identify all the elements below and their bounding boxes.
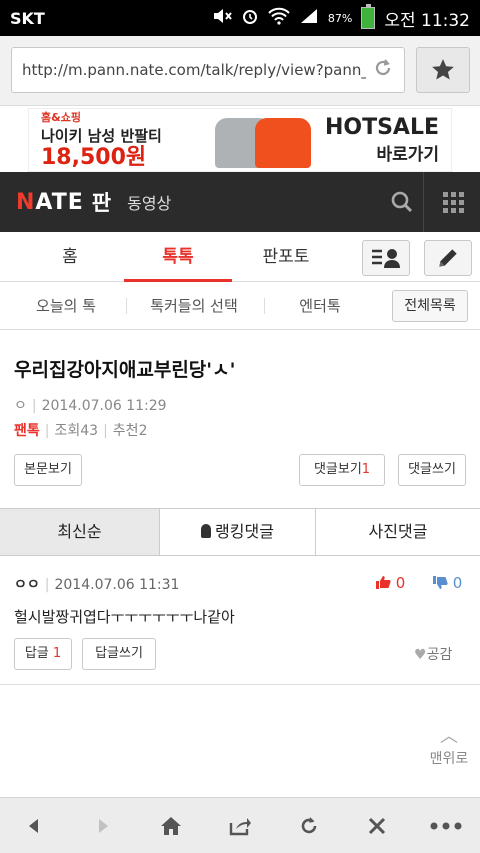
subtab-enter[interactable]: 엔터톡 <box>272 282 368 330</box>
post-author[interactable]: ㅇ <box>14 398 27 414</box>
post-recommend: 2 <box>138 423 148 439</box>
tab-home[interactable]: 홈 <box>20 232 120 282</box>
ad-cta: 바로가기 <box>376 145 439 165</box>
nate-logo[interactable]: NATE <box>16 190 84 215</box>
forward-arrow-icon <box>98 818 108 833</box>
ad-product: 나이키 남성 반팔티 <box>41 127 162 146</box>
post-title: 우리집강아지애교부린당'ㅅ' <box>14 359 236 381</box>
ad-banner[interactable]: 홈&쇼핑 나이키 남성 반팔티 18,500원 HOTSALE 바로가기 <box>28 108 452 172</box>
comment-meta: ㅇㅇ | 2014.07.06 11:31 <box>14 577 180 593</box>
menu-button[interactable] <box>430 172 476 232</box>
ad-headline: HOTSALE <box>324 115 439 140</box>
subtab-picks[interactable]: 톡커들의 선택 <box>134 282 254 330</box>
browser-nav-bar <box>0 797 480 853</box>
tab-latest[interactable]: 최신순 <box>0 509 160 555</box>
video-link[interactable]: 동영상 <box>127 190 171 214</box>
reload-icon[interactable] <box>372 57 394 84</box>
like-button[interactable]: 0 <box>375 574 405 592</box>
share-icon <box>229 817 251 835</box>
heart-icon: ♥ <box>414 647 427 663</box>
home-icon <box>161 816 182 835</box>
tab-toktok[interactable]: 톡톡 <box>124 232 232 282</box>
tab-ranking[interactable]: 랭킹댓글 <box>160 509 316 555</box>
alarm-icon <box>241 7 259 29</box>
dislike-button[interactable]: 0 <box>432 574 462 592</box>
all-list-button[interactable]: 전체목록 <box>392 290 468 322</box>
tab-photo[interactable]: 사진댓글 <box>316 509 480 555</box>
refresh-icon <box>301 816 316 833</box>
status-bar: SKT 87% 오전 11:32 <box>0 0 480 36</box>
write-button[interactable] <box>424 240 472 276</box>
my-page-button[interactable] <box>362 240 410 276</box>
comment-count: 1 <box>361 462 371 477</box>
write-reply-button[interactable]: 답글쓰기 <box>82 638 156 670</box>
back-to-top-button[interactable]: ︿ 맨위로 <box>424 722 474 768</box>
back-arrow-icon <box>29 818 39 833</box>
battery-icon <box>361 4 376 29</box>
post-category[interactable]: 팬톡 <box>14 423 40 439</box>
thumbs-down-icon <box>433 576 448 589</box>
sympathy-button[interactable]: ♥공감 <box>414 644 452 664</box>
reply-count: 1 <box>52 646 62 661</box>
carrier-label: SKT <box>10 8 45 28</box>
write-comment-button[interactable]: 댓글쓰기 <box>398 454 466 486</box>
sub-tabs: 오늘의 톡 톡커들의 선택 엔터톡 전체목록 <box>0 282 480 330</box>
mute-icon <box>212 7 232 29</box>
search-icon <box>391 191 412 213</box>
more-button[interactable] <box>421 801 471 851</box>
browser-toolbar: http://m.pann.nate.com/talk/reply/view?p… <box>0 36 480 106</box>
comment-tabs: 최신순 랭킹댓글 사진댓글 <box>0 508 480 556</box>
ad-price: 18,500원 <box>41 145 147 171</box>
star-icon <box>432 59 454 80</box>
view-body-button[interactable]: 본문보기 <box>14 454 82 486</box>
user-list-icon <box>372 249 400 268</box>
back-button[interactable] <box>9 801 59 851</box>
divider <box>0 684 480 685</box>
ad-store: 홈&쇼핑 <box>41 111 81 125</box>
like-count: 0 <box>395 574 406 592</box>
site-header: NATE 판 동영상 <box>0 172 480 232</box>
url-text[interactable]: http://m.pann.nate.com/talk/reply/view?p… <box>22 61 366 79</box>
thumbs-up-icon <box>376 576 391 589</box>
comment-text: 헐시발짱귀엽다ㅜㅜㅜㅜㅜㅜ나같아 <box>14 608 235 626</box>
battery-percent: 87% <box>327 11 353 25</box>
signal-icon <box>299 7 319 29</box>
grid-menu-icon <box>442 191 464 213</box>
dislike-count: 0 <box>452 574 463 592</box>
post-stats: 팬톡 | 조회43 | 추천2 <box>14 423 148 439</box>
ad-tshirt-image <box>209 110 319 170</box>
url-field[interactable]: http://m.pann.nate.com/talk/reply/view?p… <box>11 47 405 93</box>
main-tabs: 홈 톡톡 판포토 <box>0 232 480 282</box>
clock: 오전 11:32 <box>384 10 470 31</box>
post-views: 43 <box>80 423 99 439</box>
pencil-icon <box>439 249 457 267</box>
bookmark-button[interactable] <box>416 47 470 93</box>
wifi-icon <box>268 7 290 29</box>
forward-button[interactable] <box>78 801 128 851</box>
ribbon-icon <box>201 524 212 538</box>
subtab-today[interactable]: 오늘의 톡 <box>16 282 116 330</box>
close-button[interactable] <box>352 801 402 851</box>
search-button[interactable] <box>380 172 424 232</box>
comment-datetime: 2014.07.06 11:31 <box>54 577 180 593</box>
reply-button[interactable]: 답글 1 <box>14 638 72 670</box>
view-comments-button[interactable]: 댓글보기1 <box>299 454 385 486</box>
close-icon <box>369 817 386 834</box>
pann-section-label[interactable]: 판 <box>92 187 111 217</box>
refresh-button[interactable] <box>284 801 334 851</box>
post-meta: ㅇ | 2014.07.06 11:29 <box>14 398 167 414</box>
tab-panphoto[interactable]: 판포토 <box>236 232 336 282</box>
comment-author[interactable]: ㅇㅇ <box>14 577 40 593</box>
post-datetime: 2014.07.06 11:29 <box>41 398 167 414</box>
chevron-up-icon: ︿ <box>440 726 458 747</box>
home-button[interactable] <box>146 801 196 851</box>
more-icon <box>430 822 462 829</box>
share-button[interactable] <box>215 801 265 851</box>
